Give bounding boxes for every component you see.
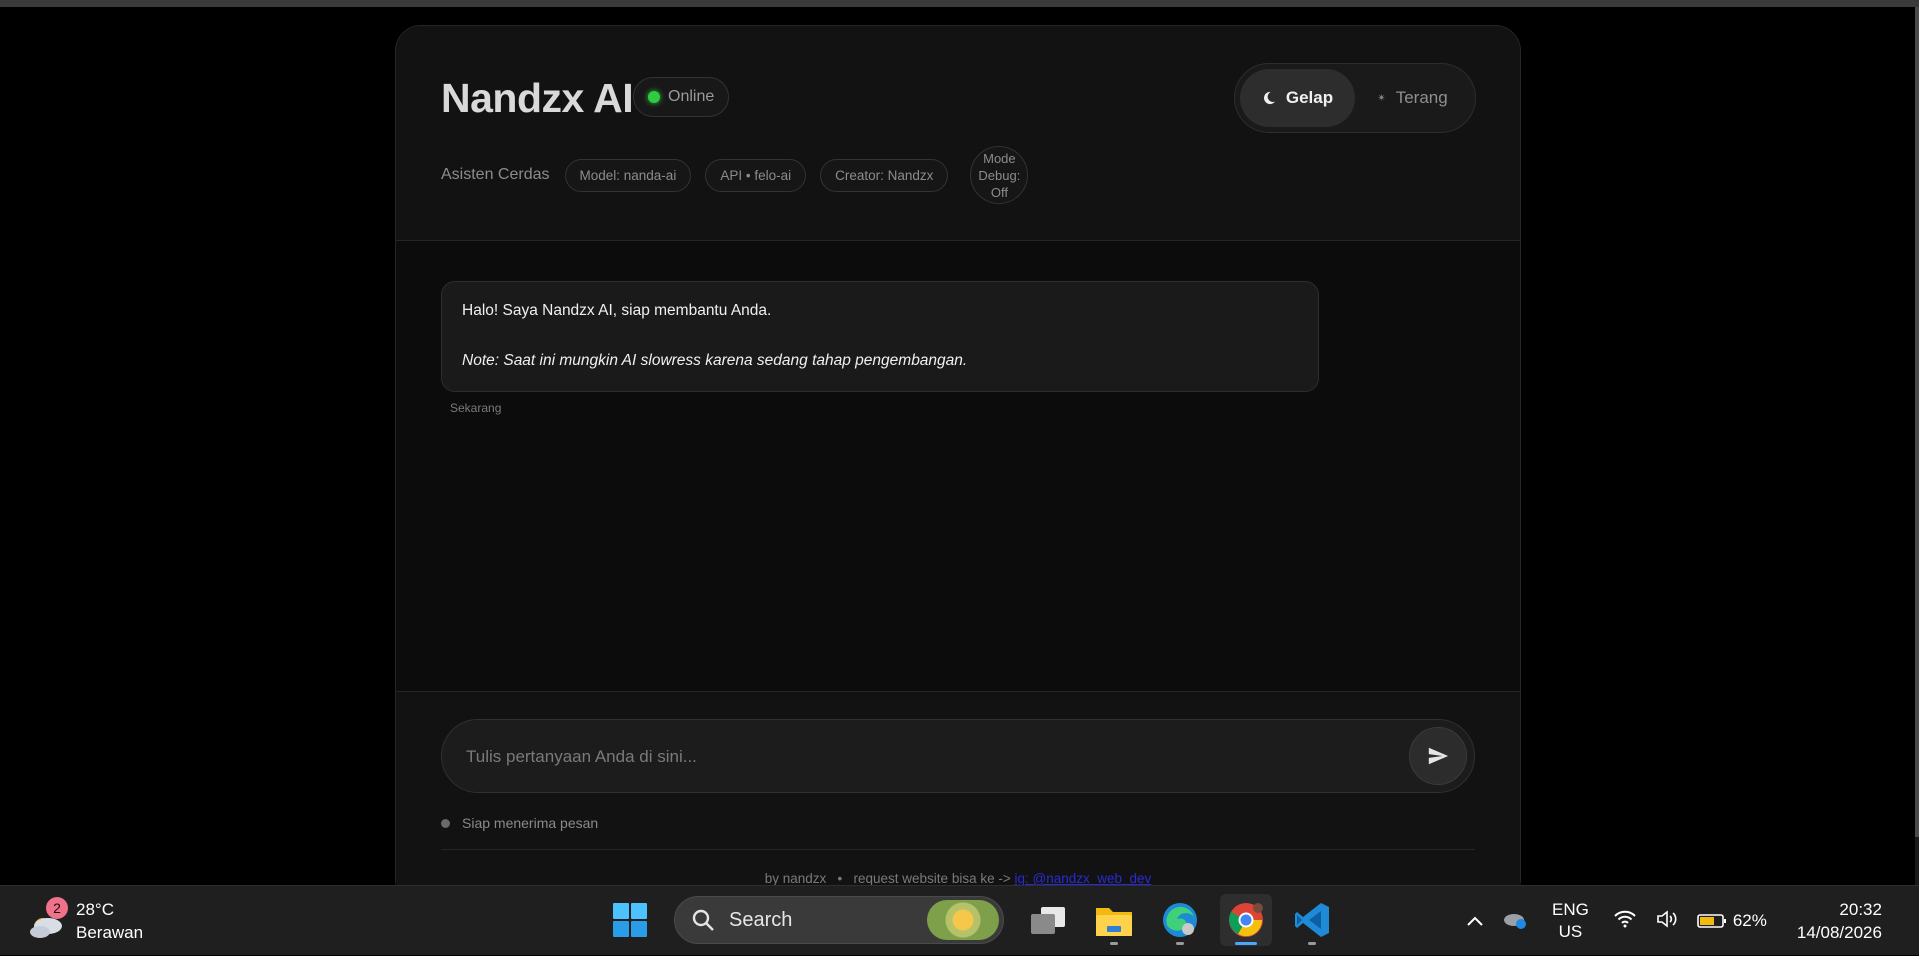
- battery-percent: 62%: [1732, 911, 1767, 930]
- search-label: Search: [729, 908, 793, 931]
- send-button[interactable]: [1409, 727, 1467, 785]
- vscode-indicator: [1308, 942, 1316, 945]
- vscode-button[interactable]: [1286, 894, 1338, 946]
- file-explorer-button[interactable]: [1088, 894, 1140, 946]
- api-chip: API • felo-ai: [705, 158, 807, 192]
- search-highlight-icon: [927, 900, 999, 940]
- battery-indicator[interactable]: 62%: [1697, 911, 1767, 931]
- vscode-icon: [1295, 903, 1329, 937]
- scrollbar-thumb[interactable]: [1915, 7, 1919, 837]
- footer-request: request website bisa ke ->: [853, 871, 1011, 885]
- app-title: Nandzx AI: [441, 75, 634, 121]
- search-icon: [692, 909, 714, 931]
- status-dot-icon: [441, 818, 450, 828]
- footer-contact-link[interactable]: ig: @nandzx_web_dev: [1015, 871, 1152, 885]
- language-indicator[interactable]: ENG US: [1552, 899, 1589, 943]
- chrome-active-indicator: [1235, 942, 1257, 945]
- subtitle: Asisten Cerdas: [441, 166, 550, 183]
- moon-icon: [1263, 91, 1275, 105]
- system-tray: ENG US 62% 20:32 14/08/2026: [1466, 886, 1882, 956]
- cloud-sun-icon: 2: [26, 897, 68, 941]
- assistant-message: Halo! Saya Nandzx AI, siap membantu Anda…: [441, 281, 1319, 392]
- chrome-icon: [1229, 903, 1263, 937]
- weather-widget[interactable]: 2 28°C Berawan: [26, 897, 144, 944]
- task-view-button[interactable]: [1022, 894, 1074, 946]
- wifi-icon[interactable]: [1613, 909, 1637, 934]
- message-input-box: [441, 719, 1475, 793]
- chat-card: Nandzx AI Online Gelap ✴ Terang Asisten …: [395, 25, 1521, 885]
- clock-time: 20:32: [1839, 900, 1882, 919]
- page: Nandzx AI Online Gelap ✴ Terang Asisten …: [0, 7, 1915, 885]
- debug-mode-toggle[interactable]: Mode Debug: Off: [970, 146, 1029, 204]
- info-row: Asisten Cerdas Model: nanda-ai API • fel…: [441, 146, 1029, 204]
- taskbar-apps: Search: [604, 894, 1338, 946]
- footer-by: by nandzx: [764, 871, 827, 885]
- theme-dark-label: Gelap: [1285, 88, 1334, 107]
- message-text: Halo! Saya Nandzx AI, siap membantu Anda…: [462, 302, 772, 319]
- online-status-label: Online: [668, 88, 715, 105]
- composer-area: Siap menerima pesan by nandzx • request …: [396, 691, 1520, 885]
- footer: by nandzx • request website bisa ke -> i…: [396, 871, 1520, 885]
- clock-date: 14/08/2026: [1796, 923, 1882, 942]
- footer-divider: [441, 849, 1475, 850]
- weather-badge: 2: [46, 897, 68, 919]
- task-view-icon: [1031, 907, 1065, 934]
- file-explorer-icon: [1096, 908, 1132, 936]
- chat-header: Nandzx AI Online Gelap ✴ Terang Asisten …: [396, 26, 1520, 241]
- footer-separator: •: [837, 871, 843, 885]
- battery-icon: [1697, 914, 1726, 928]
- weather-temp: 28°C: [76, 900, 114, 919]
- online-status-badge: Online: [633, 77, 730, 117]
- taskbar-search[interactable]: Search: [674, 896, 1004, 944]
- online-dot-icon: [648, 91, 660, 103]
- theme-light-label: Terang: [1395, 88, 1448, 107]
- edge-indicator: [1176, 942, 1184, 945]
- edge-button[interactable]: [1154, 894, 1206, 946]
- message-timestamp: Sekarang: [450, 401, 502, 415]
- start-button[interactable]: [604, 894, 656, 946]
- lang-top: ENG: [1552, 900, 1589, 919]
- chrome-button[interactable]: [1220, 894, 1272, 946]
- windows-logo-icon: [613, 903, 647, 937]
- debug-line-1: Mode: [983, 150, 1016, 166]
- file-explorer-indicator: [1110, 942, 1118, 945]
- lang-bottom: US: [1558, 922, 1583, 941]
- debug-line-3: Off: [990, 184, 1008, 200]
- theme-dark-button[interactable]: Gelap: [1240, 69, 1355, 127]
- edge-icon: [1163, 903, 1197, 937]
- composer-status: Siap menerima pesan: [441, 815, 598, 831]
- chevron-up-icon[interactable]: [1466, 911, 1484, 932]
- message-note: Note: Saat ini mungkin AI slowress karen…: [462, 352, 968, 369]
- model-chip: Model: nanda-ai: [564, 158, 692, 192]
- volume-icon[interactable]: [1655, 909, 1679, 934]
- send-icon: [1428, 747, 1449, 765]
- debug-line-2: Debug:: [978, 167, 1021, 183]
- creator-chip: Creator: Nandzx: [820, 158, 949, 192]
- theme-light-button[interactable]: ✴ Terang: [1355, 69, 1470, 127]
- sun-icon: ✴: [1377, 92, 1386, 104]
- clock[interactable]: 20:32 14/08/2026: [1797, 898, 1882, 944]
- taskbar: 2 28°C Berawan Search ENG US 62% 20:32 1…: [0, 885, 1919, 955]
- theme-toggle: Gelap ✴ Terang: [1234, 63, 1476, 133]
- browser-top-strip: [0, 0, 1919, 7]
- message-input[interactable]: [466, 740, 1366, 774]
- onedrive-icon[interactable]: [1502, 909, 1528, 934]
- weather-desc: Berawan: [76, 923, 144, 942]
- composer-status-label: Siap menerima pesan: [462, 815, 599, 831]
